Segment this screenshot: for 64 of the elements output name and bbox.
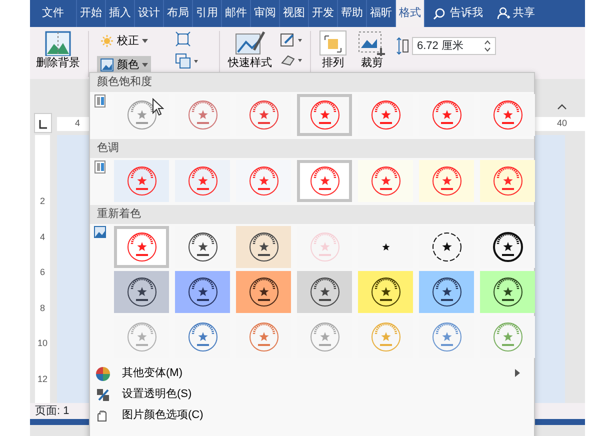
color-preset[interactable] — [419, 160, 474, 202]
swatch-icon — [94, 94, 106, 108]
mouse-cursor-icon — [152, 98, 164, 116]
pen-icon — [96, 388, 110, 402]
ruler-number: 6 — [40, 266, 45, 279]
color-preset[interactable] — [419, 271, 474, 313]
crop-button[interactable]: 裁剪 — [355, 29, 389, 71]
color-preset[interactable] — [297, 160, 352, 202]
share-button[interactable]: 共享 — [491, 0, 541, 27]
image-icon — [44, 30, 72, 56]
color-preset[interactable] — [114, 226, 169, 268]
quick-styles-button[interactable]: 快速样式 — [226, 29, 274, 71]
ruler-number: 2 — [40, 195, 45, 208]
tab-selector[interactable] — [34, 113, 52, 133]
ruler-number: 4 — [75, 117, 80, 130]
color-preset[interactable] — [480, 160, 535, 202]
corrections-button[interactable]: 校正 — [97, 32, 151, 50]
compress-icon — [175, 31, 191, 47]
arrange-button[interactable]: 排列 — [317, 29, 349, 71]
color-preset[interactable] — [480, 271, 535, 313]
menu-item[interactable]: 其他变体(M) — [90, 363, 534, 384]
image-icon — [100, 58, 114, 72]
eraser-icon — [280, 53, 304, 67]
color-preset[interactable] — [114, 271, 169, 313]
color-preset[interactable] — [236, 226, 291, 268]
palette-icon — [96, 366, 110, 380]
menu-item[interactable]: 设置透明色(S) — [90, 384, 534, 405]
section-heading: 重新着色 — [90, 205, 534, 224]
spinner-icon — [484, 40, 491, 52]
ruler-number: 40 — [557, 117, 568, 130]
height-field[interactable]: 6.72 厘米 — [412, 37, 496, 55]
search-icon — [433, 8, 445, 20]
person-icon — [497, 7, 510, 20]
color-preset[interactable] — [236, 271, 291, 313]
color-preset[interactable] — [297, 94, 352, 136]
color-preset[interactable] — [358, 271, 413, 313]
sun-icon — [100, 34, 114, 48]
tell-me-button[interactable]: 告诉我 — [425, 0, 491, 27]
crop-icon — [357, 30, 387, 56]
ruler-number: 10 — [37, 337, 48, 350]
height-icon — [395, 37, 409, 55]
section-heading: 颜色饱和度 — [90, 73, 534, 92]
remove-background-button[interactable]: 删除背景 — [34, 29, 82, 71]
image-icon — [94, 226, 106, 238]
ruler-number: 12 — [37, 372, 48, 386]
color-preset[interactable] — [175, 271, 230, 313]
caret-icon — [142, 62, 148, 67]
change-picture-icon — [175, 53, 199, 69]
color-preset[interactable] — [175, 160, 230, 202]
ruler-number: 8 — [40, 302, 45, 314]
color-preset[interactable] — [358, 160, 413, 202]
pen-icon — [280, 33, 304, 47]
brush-icon — [234, 30, 266, 56]
caret-icon — [142, 39, 148, 44]
page-count: 页面: 1 — [35, 405, 70, 417]
section-heading: 色调 — [90, 139, 534, 158]
arrange-icon — [319, 30, 347, 56]
swatch-icon — [94, 160, 106, 174]
ruler-number: 4 — [40, 230, 45, 244]
collapse-ribbon-icon — [557, 103, 567, 110]
color-preset[interactable] — [297, 271, 352, 313]
color-preset[interactable] — [114, 160, 169, 202]
ribbon-tab[interactable]: 格式 — [396, 0, 425, 27]
menu-item[interactable]: 图片颜色选项(C) — [90, 405, 534, 426]
